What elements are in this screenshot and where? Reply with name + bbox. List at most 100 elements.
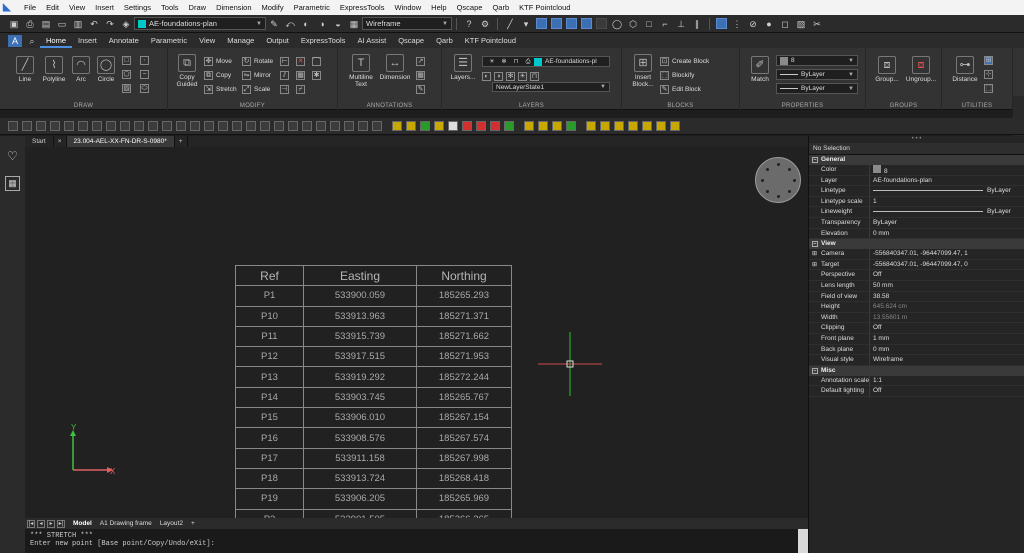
toolbar-tool-26-icon[interactable] (358, 121, 368, 131)
toolbar-tool-37-icon[interactable] (524, 121, 534, 131)
layer-thaw-icon[interactable]: ☀ (518, 72, 527, 81)
redo-icon[interactable]: ↷ (104, 18, 116, 30)
lightbulb-icon[interactable]: ♡ (6, 150, 19, 163)
property-row[interactable]: Lens length 50 mm (809, 280, 1024, 292)
toolbar-tool-2-icon[interactable] (22, 121, 32, 131)
dimension-button[interactable]: ↔ Dimension (378, 54, 412, 81)
command-scrollbar[interactable] (798, 529, 808, 553)
layer-isolate-icon[interactable]: ◐ (300, 18, 312, 30)
toolbar-tool-35-icon[interactable] (490, 121, 500, 131)
toolbar-tool-25-icon[interactable] (344, 121, 354, 131)
new-tab-button[interactable]: + (175, 136, 188, 147)
property-row[interactable]: Height 645.624 cm (809, 302, 1024, 313)
mirror-button[interactable]: ⇋ Mirror (242, 71, 271, 80)
save-icon[interactable]: ▣ (8, 18, 20, 30)
open-icon[interactable]: ▭ (56, 18, 68, 30)
insert-block-button[interactable]: ⊞ Insert Block... (628, 54, 658, 88)
layout-tab-model[interactable]: Model (69, 520, 96, 527)
layer-off-icon[interactable]: ◑ (494, 72, 503, 81)
toolbar-tool-22-icon[interactable] (302, 121, 312, 131)
explode-tool[interactable]: ✱ (312, 71, 324, 80)
ellipse-tool[interactable]: ⬭ (140, 84, 152, 93)
app-logo-icon[interactable]: ◣ (3, 2, 13, 13)
menu-item-settings[interactable]: Settings (119, 3, 156, 12)
circle-snap-icon[interactable]: ◯ (611, 18, 623, 30)
toolbar-tool-28-icon[interactable] (392, 121, 402, 131)
utility-tool-2[interactable]: ⊹ (984, 70, 996, 79)
arc-button[interactable]: ◠ Arc (70, 56, 92, 83)
toolbar-tool-19-icon[interactable] (260, 121, 270, 131)
help-icon[interactable]: ? (463, 18, 475, 30)
spline-tool[interactable]: ~ (140, 70, 152, 79)
edit-block-button[interactable]: ✎ Edit Block (660, 85, 701, 94)
tab-manage[interactable]: Manage (221, 33, 260, 48)
toolbar-tool-1-icon[interactable] (8, 121, 18, 131)
copy-button[interactable]: ⧉ Copy (204, 71, 231, 80)
menu-item-window[interactable]: Window (389, 3, 426, 12)
circle-button[interactable]: ◯ Circle (94, 56, 118, 83)
menu-item-qarb[interactable]: Qarb (487, 3, 514, 12)
layer-dropdown[interactable]: AE-foundations-plan ▼ (134, 17, 266, 30)
toolbar-tool-21-icon[interactable] (288, 121, 298, 131)
property-row[interactable]: Field of view 38.58 (809, 291, 1024, 303)
color-dropdown[interactable]: 8 ▼ (776, 55, 858, 66)
menu-item-parametric[interactable]: Parametric (289, 3, 335, 12)
toolbar-tool-40-icon[interactable] (566, 121, 576, 131)
undo-icon[interactable]: ↶ (88, 18, 100, 30)
toolbar-tool-15-icon[interactable] (204, 121, 214, 131)
layer-lock-icon[interactable]: ⊓ (530, 72, 539, 81)
property-row[interactable]: Transparency ByLayer (809, 217, 1024, 229)
tab-active-drawing[interactable]: 23.004-AEL-XX-FN-DR-S-0980* (66, 136, 175, 147)
rotate-button[interactable]: ↻ Rotate (242, 57, 273, 66)
calculator-icon[interactable]: ▦ (5, 176, 20, 191)
prev-layout-icon[interactable]: ◂ (37, 519, 45, 528)
utility-tool-1[interactable]: ⊞ (984, 56, 996, 65)
toolbar-tool-23-icon[interactable] (316, 121, 326, 131)
clear-icon[interactable]: ⊘ (747, 18, 759, 30)
view-navigation-cube[interactable] (755, 157, 801, 203)
toolbar-tool-24-icon[interactable] (330, 121, 340, 131)
panel-grip[interactable]: • • • (809, 136, 1024, 143)
add-layout-button[interactable]: + (187, 520, 199, 527)
menu-item-help[interactable]: Help (426, 3, 451, 12)
break-tool[interactable]: ⌿ (296, 85, 308, 94)
pattern-icon[interactable]: ▧ (795, 18, 807, 30)
snap-midpoint-toggle[interactable] (566, 18, 577, 29)
property-row[interactable]: Front plane 1 mm (809, 333, 1024, 345)
menu-item-draw[interactable]: Draw (184, 3, 212, 12)
property-row[interactable]: Width 13.55601 m (809, 312, 1024, 324)
tab-ai-assist[interactable]: AI Assist (351, 33, 392, 48)
menu-item-modify[interactable]: Modify (257, 3, 289, 12)
next-layout-icon[interactable]: ▸ (47, 519, 55, 528)
toolbar-tool-13-icon[interactable] (176, 121, 186, 131)
property-row[interactable]: Clipping Off (809, 323, 1024, 334)
collapse-icon[interactable]: − (812, 157, 818, 163)
toolbar-tool-11-icon[interactable] (148, 121, 158, 131)
toolbar-tool-33-icon[interactable] (462, 121, 472, 131)
tab-output[interactable]: Output (260, 33, 295, 48)
point-tool[interactable]: · (140, 56, 152, 65)
copy-guided-button[interactable]: ⧉ Copy Guided (174, 54, 200, 88)
property-row[interactable]: Elevation 0 mm (809, 228, 1024, 240)
property-row[interactable]: Lineweight ByLayer (809, 207, 1024, 218)
property-row[interactable]: Perspective Off (809, 270, 1024, 281)
toolbar-tool-34-icon[interactable] (476, 121, 486, 131)
toolbar-tool-45-icon[interactable] (642, 121, 652, 131)
property-row[interactable]: ⊞ Camera -556840347.01, -96447099.47, 1 (809, 249, 1024, 260)
section-misc[interactable]: − Misc (809, 365, 1024, 376)
perpendicular-icon[interactable]: ⊥ (675, 18, 687, 30)
dropdown-icon[interactable]: ▾ (520, 18, 532, 30)
extend-tool[interactable]: ⊣ (280, 85, 292, 94)
property-row[interactable]: Visual style Wireframe (809, 355, 1024, 366)
toolbar-tool-44-icon[interactable] (628, 121, 638, 131)
tab-qscape[interactable]: Qscape (392, 33, 430, 48)
drawing-canvas[interactable]: Ref Easting Northing P1 533900.059 185265.29… (25, 147, 808, 518)
visual-style-dropdown[interactable]: Wireframe ▼ (362, 17, 452, 30)
trim-icon[interactable]: ✂ (811, 18, 823, 30)
toolbar-tool-6-icon[interactable] (78, 121, 88, 131)
toolbar-tool-42-icon[interactable] (600, 121, 610, 131)
polygon-icon[interactable]: ⬡ (627, 18, 639, 30)
command-line[interactable]: *** STRETCH *** Enter new point [Base po… (25, 529, 808, 553)
line-button[interactable]: ╱ Line (12, 56, 38, 83)
menu-item-tools[interactable]: Tools (156, 3, 184, 12)
